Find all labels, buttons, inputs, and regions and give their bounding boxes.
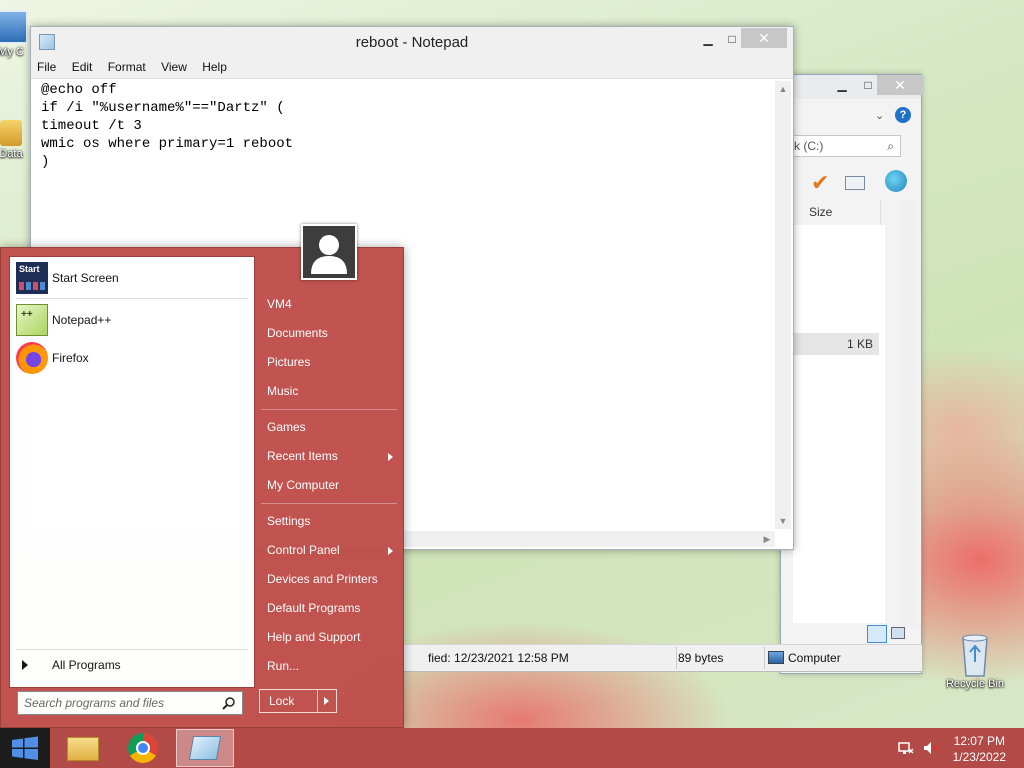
search-icon[interactable]: [222, 696, 236, 710]
scroll-up-icon[interactable]: ▲: [775, 81, 791, 97]
explorer-window[interactable]: ▁ □ ✕ ⌄ ? k (C:) ⌕ ✔ Size 1 KB: [780, 74, 923, 674]
menu-help[interactable]: Help: [196, 57, 233, 77]
start-item-documents[interactable]: Documents: [267, 322, 397, 344]
status-size: 89 bytes: [678, 651, 724, 665]
taskbar: 12:07 PM 1/23/2022: [0, 728, 1024, 768]
details-view-icon[interactable]: [867, 625, 887, 643]
start-item-run[interactable]: Run...: [267, 655, 397, 677]
program-firefox[interactable]: Firefox: [16, 341, 248, 375]
explorer-status-bar: fied: 12/23/2021 12:58 PM 89 bytes Compu…: [404, 644, 922, 672]
start-item-games[interactable]: Games: [267, 416, 397, 438]
volume-muted-icon[interactable]: [922, 740, 938, 756]
notepad-title: reboot - Notepad: [355, 34, 469, 51]
explorer-ribbon-row: ⌄ ?: [781, 103, 921, 129]
explorer-minimize-button[interactable]: ▁: [829, 75, 855, 95]
notepad-titlebar[interactable]: reboot - Notepad ▁ □ ✕: [31, 27, 793, 57]
start-screen-icon: Start: [16, 262, 48, 294]
notepad-close-button[interactable]: ✕: [741, 28, 787, 48]
scroll-right-icon[interactable]: ▶: [759, 531, 775, 547]
search-icon: ⌕: [887, 139, 894, 153]
explorer-vertical-scrollbar[interactable]: [901, 201, 917, 627]
explorer-view-buttons: [863, 625, 913, 643]
taskbar-chrome[interactable]: [114, 729, 172, 767]
notepadpp-icon: ++: [16, 304, 48, 336]
desktop-icon-recycle-bin[interactable]: Recycle Bin: [940, 632, 1010, 690]
start-right-divider: [261, 409, 397, 410]
menu-edit[interactable]: Edit: [66, 57, 99, 77]
windows-logo-icon: [12, 736, 38, 760]
file-size-cell: 1 KB: [793, 333, 879, 355]
lock-button-divider: [317, 690, 318, 712]
taskbar-clock[interactable]: 12:07 PM 1/23/2022: [953, 733, 1006, 765]
program-start-screen[interactable]: Start Start Screen: [16, 261, 248, 295]
start-item-settings[interactable]: Settings: [267, 510, 397, 532]
menu-file[interactable]: File: [31, 57, 62, 77]
chrome-icon: [128, 733, 158, 763]
computer-icon: [768, 651, 784, 664]
start-right-divider: [261, 503, 397, 504]
column-header-size[interactable]: Size: [801, 201, 881, 223]
notepad-vertical-scrollbar[interactable]: ▲ ▼: [775, 81, 791, 529]
start-item-vm4[interactable]: VM4: [267, 293, 397, 315]
taskbar-file-explorer[interactable]: [54, 729, 112, 767]
explorer-toolbar: ✔: [789, 170, 913, 196]
start-item-devices-and-printers[interactable]: Devices and Printers: [267, 568, 397, 590]
network-icon[interactable]: [898, 740, 914, 756]
explorer-file-list[interactable]: [793, 225, 885, 623]
start-item-my-computer[interactable]: My Computer: [267, 474, 397, 496]
all-programs-button[interactable]: All Programs: [16, 649, 248, 679]
desktop-icon-label: Data: [0, 148, 23, 160]
start-item-help-and-support[interactable]: Help and Support: [267, 626, 397, 648]
explorer-search-input[interactable]: k (C:) ⌕: [789, 135, 901, 157]
submenu-arrow-icon: [388, 453, 393, 461]
scroll-down-icon[interactable]: ▼: [775, 513, 791, 529]
explorer-close-button[interactable]: ✕: [877, 75, 923, 95]
status-location: Computer: [788, 651, 841, 665]
status-modified: fied: 12/23/2021 12:58 PM: [428, 651, 569, 665]
help-icon[interactable]: ?: [895, 107, 911, 123]
menu-view[interactable]: View: [155, 57, 193, 77]
desktop-icon-label: Recycle Bin: [945, 678, 1005, 690]
status-divider: [764, 647, 765, 669]
program-notepadpp[interactable]: ++ Notepad++: [16, 303, 248, 337]
explorer-search-text: k (C:): [794, 139, 824, 153]
start-item-music[interactable]: Music: [267, 380, 397, 402]
triangle-right-icon: [22, 659, 28, 670]
start-menu-programs-pane: Start Start Screen ++ Notepad++ Firefox …: [9, 256, 255, 688]
notepad-menubar: File Edit Format View Help: [31, 57, 793, 79]
start-button[interactable]: [0, 728, 50, 768]
chevron-down-icon[interactable]: ⌄: [875, 109, 884, 122]
explorer-titlebar[interactable]: ▁ □ ✕: [781, 75, 923, 99]
globe-icon[interactable]: [885, 170, 907, 192]
message-icon[interactable]: [845, 176, 865, 190]
submenu-arrow-icon: [388, 547, 393, 555]
firefox-icon: [16, 342, 48, 374]
notepad-minimize-button[interactable]: ▁: [695, 29, 721, 49]
taskbar-notepad[interactable]: [176, 729, 234, 767]
start-menu[interactable]: Start Start Screen ++ Notepad++ Firefox …: [0, 224, 404, 728]
start-item-pictures[interactable]: Pictures: [267, 351, 397, 373]
checkmark-icon[interactable]: ✔: [811, 170, 829, 196]
start-item-default-programs[interactable]: Default Programs: [267, 597, 397, 619]
start-item-recent-items[interactable]: Recent Items: [267, 445, 397, 467]
clock-date: 1/23/2022: [952, 750, 1006, 764]
desktop-icon-label: My C: [0, 46, 24, 58]
programs-divider: [16, 298, 248, 299]
data-icon: [0, 120, 22, 146]
lock-options-arrow-icon[interactable]: [324, 697, 329, 705]
large-icons-view-icon[interactable]: [891, 627, 905, 639]
start-item-control-panel[interactable]: Control Panel: [267, 539, 397, 561]
user-avatar[interactable]: [301, 224, 357, 280]
start-search-input[interactable]: Search programs and files: [17, 691, 243, 715]
clock-time: 12:07 PM: [953, 734, 1005, 748]
computer-icon: [0, 10, 28, 44]
lock-button[interactable]: Lock: [259, 689, 337, 713]
notepad-icon: [188, 736, 222, 760]
menu-format[interactable]: Format: [102, 57, 152, 77]
search-placeholder: Search programs and files: [24, 696, 165, 710]
file-explorer-icon: [67, 737, 99, 761]
recycle-bin-icon: [958, 632, 992, 677]
status-divider: [676, 647, 677, 669]
